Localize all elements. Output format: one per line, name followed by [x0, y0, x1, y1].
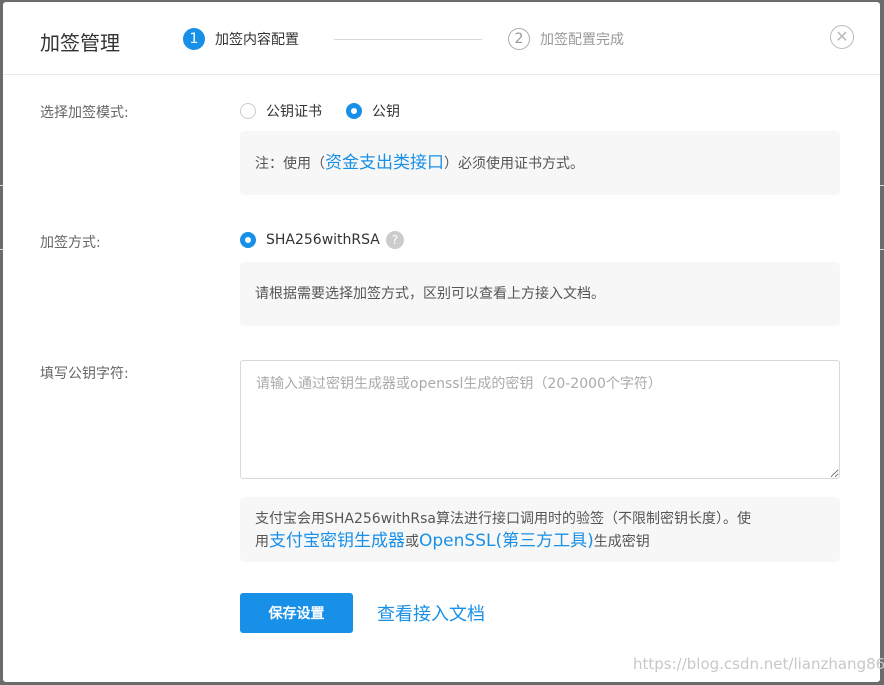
radio-public-key-cert[interactable]: 公钥证书 [240, 101, 322, 121]
step-1: 1 加签内容配置 [183, 28, 299, 50]
mode-note-suffix: ）必须使用证书方式。 [444, 156, 584, 172]
step-2-label: 加签配置完成 [540, 32, 624, 48]
generator-info-middle: 或 [405, 534, 419, 550]
sign-management-dialog: 加签管理 1 加签内容配置 2 加签配置完成 ✕ 选择加签模式: 公钥证书 公钥… [3, 2, 880, 682]
step-1-label: 加签内容配置 [215, 32, 299, 48]
radio-public-key[interactable]: 公钥 [346, 101, 400, 121]
view-docs-link[interactable]: 查看接入文档 [377, 600, 485, 626]
radio-public-key-cert-label: 公钥证书 [266, 104, 322, 120]
mode-label: 选择加签模式: [40, 105, 129, 121]
dialog-title: 加签管理 [40, 31, 120, 55]
mode-note-prefix: 注：使用（ [255, 156, 325, 172]
step-connector [334, 39, 482, 40]
alipay-key-generator-link[interactable]: 支付宝密钥生成器 [269, 531, 405, 551]
radio-public-key-label: 公钥 [372, 104, 400, 120]
mode-note: 注：使用（资金支出类接口）必须使用证书方式。 [240, 131, 840, 195]
fund-payout-api-link[interactable]: 资金支出类接口 [325, 153, 444, 173]
radio-checked-icon [346, 103, 362, 119]
radio-unchecked-icon [240, 103, 256, 119]
generator-info-prefix: 用 [255, 534, 269, 550]
dialog-header: 加签管理 1 加签内容配置 2 加签配置完成 ✕ [3, 2, 880, 75]
method-label: 加签方式: [40, 235, 101, 251]
help-icon[interactable]: ? [385, 231, 404, 249]
radio-sha256withrsa[interactable]: SHA256withRSA [240, 232, 380, 248]
radio-sha256withrsa-label: SHA256withRSA [266, 232, 380, 248]
step-2: 2 加签配置完成 [508, 28, 624, 50]
generator-info-suffix: 生成密钥 [593, 534, 650, 550]
generator-info-line1: 支付宝会用SHA256withRsa算法进行接口调用时的验签（不限制密钥长度）。… [255, 511, 752, 527]
save-settings-button[interactable]: 保存设置 [240, 593, 353, 633]
public-key-input[interactable] [240, 360, 840, 479]
step-1-number: 1 [183, 28, 205, 50]
watermark: https://blog.csdn.net/lianzhang861 [633, 655, 884, 673]
method-note: 请根据需要选择加签方式，区别可以查看上方接入文档。 [240, 262, 840, 326]
method-radio-group: SHA256withRSA ? [240, 231, 404, 249]
step-2-number: 2 [508, 28, 530, 50]
mode-radio-group: 公钥证书 公钥 [240, 101, 424, 121]
radio-checked-icon [240, 232, 256, 248]
public-key-label: 填写公钥字符: [40, 366, 129, 382]
generator-info-line2: 用支付宝密钥生成器或OpenSSL(第三方工具)生成密钥 [255, 530, 825, 553]
openssl-link[interactable]: OpenSSL(第三方工具) [419, 531, 594, 551]
generator-info-note: 支付宝会用SHA256withRsa算法进行接口调用时的验签（不限制密钥长度）。… [240, 497, 840, 562]
close-icon[interactable]: ✕ [830, 25, 854, 49]
